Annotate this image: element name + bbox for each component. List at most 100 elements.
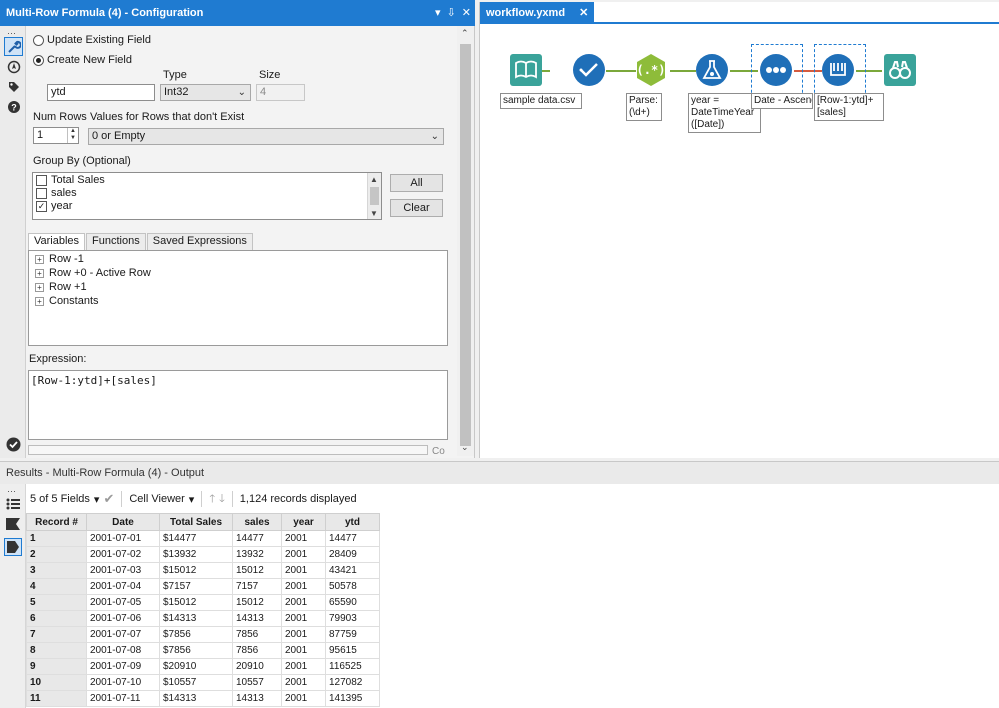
table-cell[interactable]: 2001-07-03 — [86, 562, 160, 579]
record-number-cell[interactable]: 1 — [26, 530, 87, 547]
values-rows-select[interactable]: 0 or Empty ⌄ — [88, 128, 444, 145]
table-cell[interactable]: 15012 — [232, 594, 282, 611]
table-cell[interactable]: 2001 — [281, 674, 326, 691]
workflow-canvas[interactable]: (.*) sample data.csv Parse: (\d+) year =… — [480, 26, 999, 458]
tree-item[interactable]: + Row +1 — [35, 281, 87, 294]
chevron-down-icon[interactable]: ▾ — [189, 493, 195, 506]
tag-icon[interactable] — [6, 518, 20, 533]
type-select[interactable]: Int32 ⌄ — [160, 84, 251, 101]
wrench-icon[interactable] — [4, 37, 23, 56]
table-row[interactable]: 4 2001-07-04 $7157 7157 2001 50578 — [26, 578, 380, 595]
expand-plus-icon[interactable]: + — [35, 297, 44, 306]
data-view-icon[interactable] — [4, 538, 22, 556]
table-cell[interactable]: 2001-07-08 — [86, 642, 160, 659]
table-cell[interactable]: 10557 — [232, 674, 282, 691]
record-number-cell[interactable]: 7 — [26, 626, 87, 643]
clear-button[interactable]: Clear — [390, 199, 443, 217]
create-new-radio[interactable] — [33, 55, 44, 66]
record-number-cell[interactable]: 10 — [26, 674, 87, 691]
table-cell[interactable]: $14477 — [159, 530, 233, 547]
record-number-cell[interactable]: 4 — [26, 578, 87, 595]
browse-tool[interactable] — [884, 54, 916, 86]
multi-row-formula-tool[interactable] — [822, 54, 854, 86]
group-by-scrollbar[interactable]: ▲ ▼ — [367, 173, 381, 219]
table-cell[interactable]: 2001-07-01 — [86, 530, 160, 547]
arrow-up-icon[interactable]: 🡑 — [209, 490, 215, 509]
expand-plus-icon[interactable]: + — [35, 283, 44, 292]
scroll-up-icon[interactable]: ⌃ — [461, 28, 469, 39]
table-row[interactable]: 8 2001-07-08 $7856 7856 2001 95615 — [26, 642, 380, 659]
tree-item[interactable]: + Row -1 — [35, 253, 84, 266]
table-cell[interactable]: 2001 — [281, 610, 326, 627]
table-cell[interactable]: 141395 — [325, 690, 380, 707]
table-cell[interactable]: 50578 — [325, 578, 380, 595]
table-cell[interactable]: 95615 — [325, 642, 380, 659]
table-cell[interactable]: $7157 — [159, 578, 233, 595]
table-cell[interactable]: 7856 — [232, 642, 282, 659]
table-cell[interactable]: $7856 — [159, 642, 233, 659]
table-row[interactable]: 2 2001-07-02 $13932 13932 2001 28409 — [26, 546, 380, 563]
panel-menu-icon[interactable]: ▾ — [435, 0, 441, 26]
table-cell[interactable]: 127082 — [325, 674, 380, 691]
stepper-arrows-icon[interactable]: ▲ ▼ — [67, 128, 78, 143]
table-cell[interactable]: 2001-07-07 — [86, 626, 160, 643]
checkbox-unchecked[interactable] — [36, 175, 47, 186]
table-cell[interactable]: 65590 — [325, 594, 380, 611]
help-icon[interactable]: ? — [4, 97, 23, 116]
table-cell[interactable]: 2001 — [281, 690, 326, 707]
record-number-cell[interactable]: 8 — [26, 642, 87, 659]
navigate-icon[interactable] — [4, 57, 23, 76]
table-cell[interactable]: 7157 — [232, 578, 282, 595]
table-cell[interactable]: 15012 — [232, 562, 282, 579]
config-scrollbar[interactable]: ⌃ ⌄ — [457, 26, 474, 456]
cell-viewer-selector[interactable]: Cell Viewer — [129, 493, 184, 505]
table-row[interactable]: 7 2001-07-07 $7856 7856 2001 87759 — [26, 626, 380, 643]
table-cell[interactable]: $7856 — [159, 626, 233, 643]
column-header[interactable]: Total Sales — [159, 513, 233, 531]
column-header[interactable]: sales — [232, 513, 282, 531]
tree-item[interactable]: + Row +0 - Active Row — [35, 267, 151, 280]
list-icon[interactable] — [6, 498, 20, 513]
expression-editor[interactable]: [Row-1:ytd]+[sales] — [28, 370, 448, 440]
table-cell[interactable]: 2001-07-05 — [86, 594, 160, 611]
checkmark-icon[interactable]: ✔ — [103, 491, 114, 507]
table-cell[interactable]: $15012 — [159, 562, 233, 579]
table-cell[interactable]: 2001-07-09 — [86, 658, 160, 675]
formula-tool[interactable] — [696, 54, 728, 86]
record-number-cell[interactable]: 6 — [26, 610, 87, 627]
table-cell[interactable]: 87759 — [325, 626, 380, 643]
table-row[interactable]: 3 2001-07-03 $15012 15012 2001 43421 — [26, 562, 380, 579]
group-by-item[interactable]: sales — [36, 187, 77, 200]
table-cell[interactable]: 2001 — [281, 578, 326, 595]
table-cell[interactable]: 2001 — [281, 626, 326, 643]
column-header[interactable]: ytd — [325, 513, 380, 531]
regex-tool[interactable]: (.*) — [635, 54, 667, 86]
table-row[interactable]: 10 2001-07-10 $10557 10557 2001 127082 — [26, 674, 380, 691]
chevron-down-icon[interactable]: ▾ — [94, 493, 100, 506]
fields-selector[interactable]: 5 of 5 Fields — [30, 493, 90, 505]
table-cell[interactable]: 2001-07-11 — [86, 690, 160, 707]
table-cell[interactable]: $10557 — [159, 674, 233, 691]
table-cell[interactable]: 2001 — [281, 642, 326, 659]
record-number-cell[interactable]: 2 — [26, 546, 87, 563]
update-existing-radio[interactable] — [33, 35, 44, 46]
table-cell[interactable]: 7856 — [232, 626, 282, 643]
table-row[interactable]: 1 2001-07-01 $14477 14477 2001 14477 — [26, 530, 380, 547]
expand-plus-icon[interactable]: + — [35, 255, 44, 264]
tab-functions[interactable]: Functions — [86, 233, 146, 250]
group-by-item[interactable]: ✓ year — [36, 200, 72, 213]
table-row[interactable]: 6 2001-07-06 $14313 14313 2001 79903 — [26, 610, 380, 627]
table-cell[interactable]: 2001 — [281, 562, 326, 579]
table-cell[interactable]: $15012 — [159, 594, 233, 611]
pin-icon[interactable]: ⇩ — [447, 0, 456, 26]
table-cell[interactable]: 20910 — [232, 658, 282, 675]
record-number-cell[interactable]: 3 — [26, 562, 87, 579]
horizontal-scrollbar[interactable] — [28, 445, 428, 455]
table-cell[interactable]: 2001 — [281, 546, 326, 563]
input-data-tool[interactable] — [510, 54, 542, 86]
table-cell[interactable]: $14313 — [159, 610, 233, 627]
record-number-cell[interactable]: 5 — [26, 594, 87, 611]
tab-saved-expressions[interactable]: Saved Expressions — [146, 233, 253, 250]
column-header[interactable]: Date — [86, 513, 160, 531]
arrow-down-icon[interactable]: 🡓 — [219, 490, 225, 509]
